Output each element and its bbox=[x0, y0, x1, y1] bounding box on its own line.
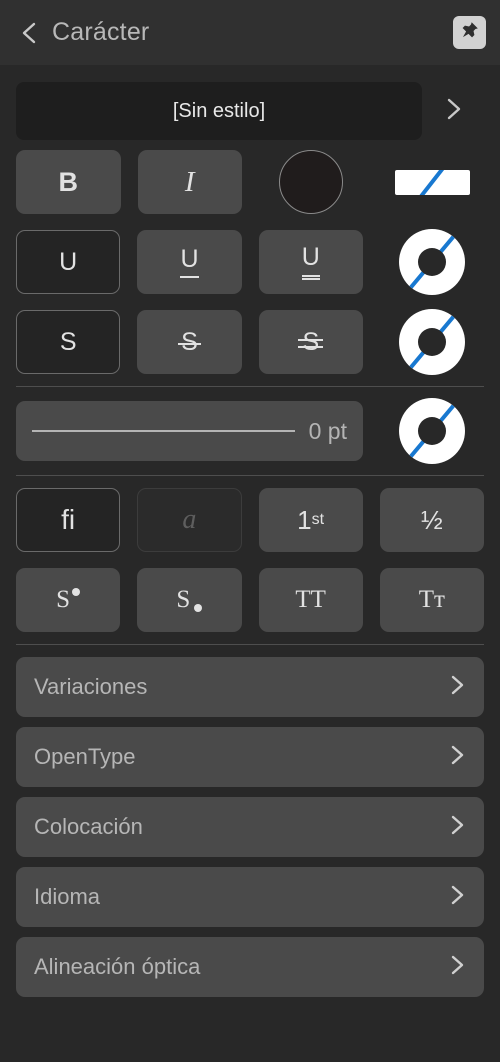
decoration-fill-color-none[interactable] bbox=[380, 398, 484, 464]
underline-single-button[interactable]: U bbox=[137, 230, 242, 294]
menu-item-label: Variaciones bbox=[34, 674, 148, 699]
ordinals-suffix: st bbox=[311, 511, 325, 528]
menu-item-label: OpenType bbox=[34, 744, 136, 769]
ordinals-label: 1 bbox=[297, 504, 312, 535]
strikethrough-double-label: S bbox=[298, 327, 323, 356]
chevron-right-icon bbox=[443, 96, 463, 127]
no-color-donut-icon bbox=[399, 398, 465, 464]
small-caps-button[interactable]: Tᴛ bbox=[379, 568, 484, 632]
strikethrough-double-button[interactable]: S bbox=[258, 310, 363, 374]
underline-color-none[interactable] bbox=[380, 229, 484, 295]
decoration-width-row: 0 pt bbox=[0, 398, 500, 464]
bold-button[interactable]: B bbox=[16, 150, 121, 214]
menu-item-label: Idioma bbox=[34, 884, 101, 909]
chevron-right-icon bbox=[448, 883, 466, 912]
slider-value: 0 pt bbox=[308, 417, 347, 444]
menu-item-alineacion-optica[interactable]: Alineación óptica bbox=[16, 937, 484, 997]
underline-row: U U U bbox=[0, 229, 500, 295]
menu-item-idioma[interactable]: Idioma bbox=[16, 867, 484, 927]
italic-button[interactable]: I bbox=[137, 150, 242, 214]
menu-item-label: Alineación óptica bbox=[34, 954, 201, 979]
strikethrough-row: S S S bbox=[0, 309, 500, 375]
small-caps-label: Tᴛ bbox=[418, 586, 445, 613]
underline-none-button[interactable]: U bbox=[16, 230, 121, 294]
pin-panel-button[interactable] bbox=[453, 16, 486, 49]
strikethrough-none-label: S bbox=[59, 327, 77, 356]
chevron-right-icon bbox=[448, 743, 466, 772]
strikethrough-none-button[interactable]: S bbox=[16, 310, 121, 374]
slider-track[interactable] bbox=[32, 430, 295, 432]
all-caps-button[interactable]: TT bbox=[258, 568, 363, 632]
subscript-button[interactable]: S bbox=[137, 568, 242, 632]
superscript-button[interactable]: S bbox=[16, 568, 121, 632]
no-color-donut-icon bbox=[398, 309, 465, 375]
no-color-bar-icon bbox=[394, 169, 470, 195]
underline-single-label: U bbox=[180, 246, 199, 278]
chevron-right-icon bbox=[448, 673, 466, 702]
all-caps-label: TT bbox=[295, 586, 326, 613]
back-button[interactable] bbox=[16, 20, 42, 46]
fractions-label: ½ bbox=[421, 504, 443, 535]
text-decoration-color-none[interactable] bbox=[380, 150, 484, 214]
text-style-field[interactable]: [Sin estilo] bbox=[16, 82, 422, 140]
menu-item-colocacion[interactable]: Colocación bbox=[16, 797, 484, 857]
pin-icon bbox=[459, 20, 480, 46]
strikethrough-single-button[interactable]: S bbox=[137, 310, 242, 374]
subscript-label: S bbox=[176, 586, 203, 614]
strikethrough-color-none[interactable] bbox=[380, 309, 484, 375]
chevron-left-icon bbox=[19, 20, 39, 46]
decoration-width-slider[interactable]: 0 pt bbox=[16, 401, 363, 461]
panel-header: Carácter bbox=[0, 0, 500, 65]
position-case-row: S S TT Tᴛ bbox=[0, 568, 500, 632]
fractions-button[interactable]: ½ bbox=[379, 488, 484, 552]
no-color-donut-icon bbox=[398, 229, 465, 295]
menu-item-opentype[interactable]: OpenType bbox=[16, 727, 484, 787]
text-style-expand-button[interactable] bbox=[422, 96, 484, 127]
text-style-value: [Sin estilo] bbox=[172, 99, 266, 122]
panel-body: [Sin estilo] B I U U U S S S 0 pt fi a 1… bbox=[0, 82, 500, 997]
standard-ligatures-button[interactable]: fi bbox=[16, 488, 121, 552]
chevron-right-icon bbox=[448, 953, 466, 982]
discretionary-ligatures-label: a bbox=[182, 504, 197, 535]
bold-label: B bbox=[58, 166, 79, 197]
paragraph-style-row: [Sin estilo] bbox=[0, 82, 500, 140]
strikethrough-single-label: S bbox=[178, 327, 201, 356]
underline-none-label: U bbox=[59, 247, 78, 276]
menu-item-label: Colocación bbox=[34, 814, 143, 839]
superscript-label: S bbox=[56, 586, 80, 614]
menu-item-variaciones[interactable]: Variaciones bbox=[16, 657, 484, 717]
text-color-swatch[interactable] bbox=[259, 150, 363, 214]
italic-label: I bbox=[184, 165, 195, 198]
underline-double-button[interactable]: U bbox=[258, 230, 363, 294]
page-title: Carácter bbox=[52, 18, 150, 46]
standard-ligatures-label: fi bbox=[61, 504, 76, 535]
ligature-row: fi a 1st ½ bbox=[0, 488, 500, 552]
weight-style-row: B I bbox=[0, 150, 500, 214]
color-circle-icon bbox=[279, 150, 343, 214]
underline-double-label: U bbox=[301, 244, 320, 280]
chevron-right-icon bbox=[448, 813, 466, 842]
ordinals-button[interactable]: 1st bbox=[258, 488, 363, 552]
discretionary-ligatures-button[interactable]: a bbox=[137, 488, 242, 552]
